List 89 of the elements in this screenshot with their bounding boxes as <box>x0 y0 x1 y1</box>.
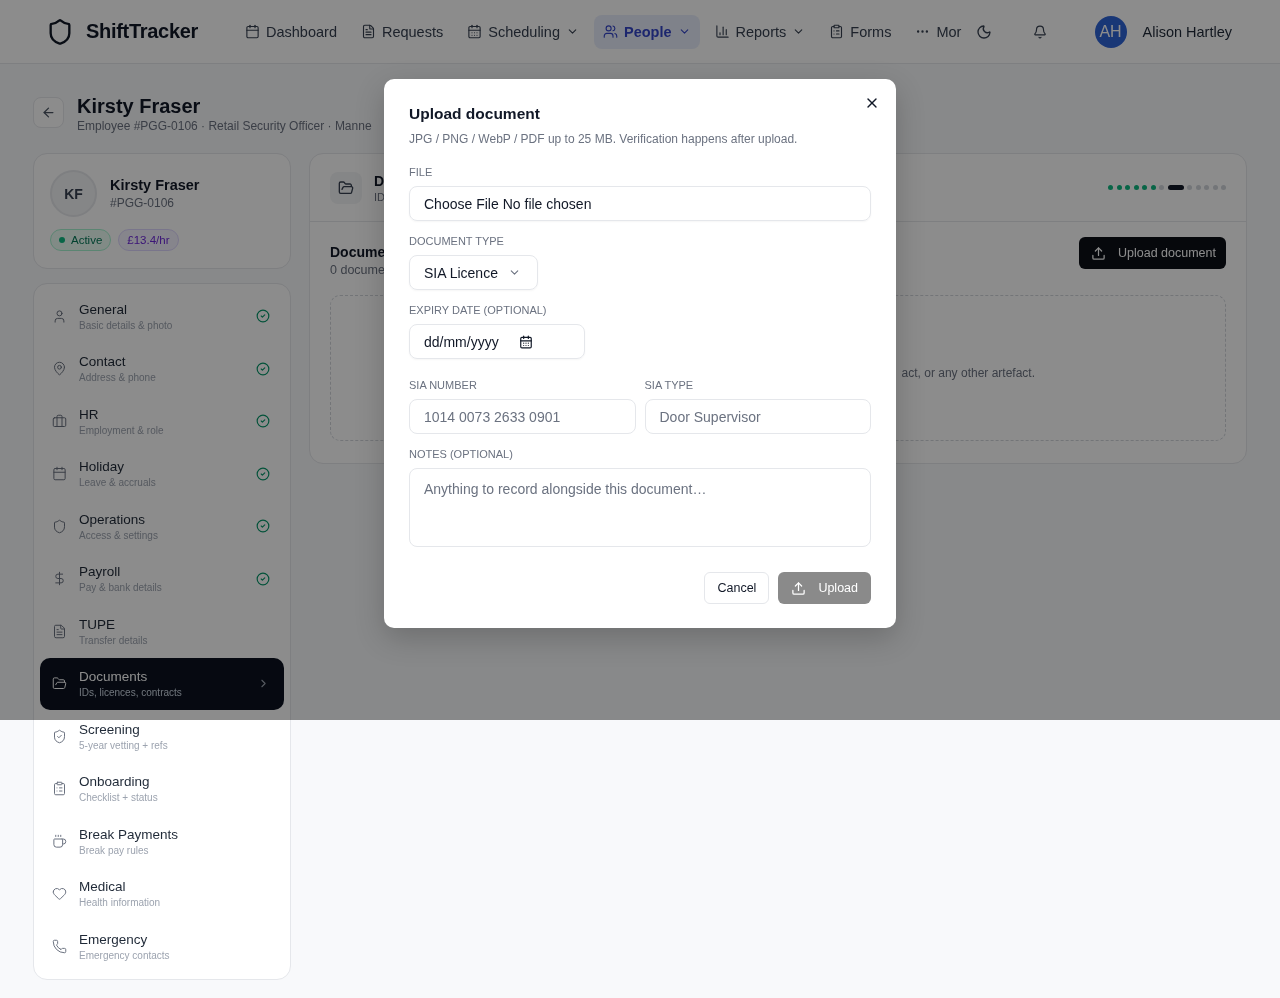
section-icon <box>52 676 67 692</box>
section-title: TUPE <box>79 616 116 632</box>
back-button[interactable] <box>33 97 64 128</box>
nav-item[interactable]: Mor <box>906 14 971 49</box>
file-input[interactable]: Choose File No file chosen <box>409 186 871 221</box>
rate-badge: £13.4/hr <box>118 229 179 251</box>
nav-item[interactable]: Dashboard <box>236 14 346 49</box>
field-label: EXPIRY DATE (OPTIONAL) <box>409 304 548 316</box>
section-title: Holiday <box>79 459 126 475</box>
sia-number-field[interactable]: 1014 0073 2633 0901 <box>409 399 636 434</box>
section-icon <box>52 833 67 849</box>
nav-icon <box>602 24 618 39</box>
nav-item[interactable]: Requests <box>351 14 453 49</box>
upload-document-button[interactable]: Upload document <box>1079 237 1226 269</box>
section-subtitle: IDs, licences, contracts <box>79 687 183 699</box>
section-icon <box>52 938 67 954</box>
panel-subtitle: ID <box>374 190 385 203</box>
section-title: Break Payments <box>79 826 180 842</box>
field-label: FILE <box>409 166 434 178</box>
dialog-title: Upload document <box>409 105 541 123</box>
profile-name: Kirsty Fraser <box>110 177 200 193</box>
section-title: Medical <box>79 879 127 895</box>
section-icon <box>52 518 67 534</box>
section-icon <box>52 886 67 902</box>
section-nav-item[interactable]: Break Payments Break pay rules <box>40 815 284 868</box>
nav-item[interactable]: Reports <box>705 14 815 49</box>
section-title: Screening <box>79 721 141 737</box>
page-title: Kirsty Fraser <box>77 94 202 118</box>
sia-type-field[interactable]: Door Supervisor <box>644 399 871 434</box>
section-subtitle: 5-year vetting + refs <box>79 739 169 751</box>
bell-icon[interactable] <box>1032 24 1047 39</box>
upload-icon <box>791 580 807 596</box>
section-icon <box>52 466 67 482</box>
section-title: Contact <box>79 354 127 370</box>
section-title: Operations <box>79 511 147 527</box>
calendar-icon <box>518 334 533 349</box>
field-label: SIA NUMBER <box>409 379 478 391</box>
section-title: Payroll <box>79 564 122 580</box>
empty-text: act, or any other artefact. <box>901 366 1035 380</box>
user-name: Alison Hartley <box>1142 23 1232 40</box>
section-icon <box>52 623 67 639</box>
section-icon <box>52 413 67 429</box>
nav-icon <box>714 24 730 39</box>
profile-id: #PGG-0106 <box>110 196 176 210</box>
section-title: Documents <box>79 669 149 685</box>
section-title: General <box>79 301 129 317</box>
nav-item[interactable]: Scheduling <box>458 14 588 49</box>
nav-icon <box>829 24 845 39</box>
section-nav-item[interactable]: Screening 5-year vetting + refs <box>40 710 284 763</box>
section-subtitle: Break pay rules <box>79 844 150 856</box>
section-icon <box>52 308 67 324</box>
field-label: NOTES (OPTIONAL) <box>409 448 514 460</box>
section-nav-item[interactable]: Emergency Emergency contacts <box>40 920 284 973</box>
folder-icon <box>330 171 362 204</box>
section-icon <box>52 728 67 744</box>
section-icon <box>52 781 67 797</box>
section-subtitle: Health information <box>79 897 162 909</box>
user-avatar[interactable]: AH <box>1094 15 1127 48</box>
section-nav-item[interactable]: Onboarding Checklist + status <box>40 762 284 815</box>
field-label: SIA TYPE <box>644 379 695 391</box>
section-icon <box>52 361 67 377</box>
nav-item[interactable]: Forms <box>820 14 901 49</box>
brand-name: ShiftTracker <box>86 20 198 43</box>
section-heading: Docume <box>330 244 386 260</box>
dialog-subtitle: JPG / PNG / WebP / PDF up to 25 MB. Verification happens after upload. <box>409 132 799 146</box>
notes-field[interactable]: Anything to record alongside this document… <box>409 468 871 547</box>
section-nav-item[interactable]: Medical Health information <box>40 867 284 920</box>
section-title: Emergency <box>79 931 149 947</box>
section-subtitle: Checklist + status <box>79 792 159 804</box>
document-count: 0 docume <box>330 263 386 277</box>
nav-icon <box>467 24 483 39</box>
upload-icon <box>1091 245 1106 261</box>
field-label: DOCUMENT TYPE <box>409 235 505 247</box>
panel-title: D <box>374 172 385 189</box>
profile-avatar: KF <box>50 170 97 217</box>
section-subtitle: Emergency contacts <box>79 949 171 961</box>
document-type-select[interactable]: SIA Licence <box>409 255 538 290</box>
nav-item[interactable]: People <box>593 14 700 49</box>
date-field[interactable]: dd/mm/yyyy <box>409 324 585 359</box>
page-subtitle: Employee #PGG-0106 · Retail Security Officer · Manne <box>77 119 372 133</box>
nav-icon <box>245 24 260 39</box>
moon-icon[interactable] <box>976 23 993 40</box>
section-nav-item[interactable]: Documents IDs, licences, contracts <box>40 657 284 710</box>
nav-icon <box>360 24 376 39</box>
cancel-button[interactable]: Cancel <box>704 572 770 604</box>
status-badge: Active <box>50 229 112 251</box>
section-icon <box>52 571 67 587</box>
section-title: HR <box>79 406 100 422</box>
section-title: Onboarding <box>79 774 151 790</box>
